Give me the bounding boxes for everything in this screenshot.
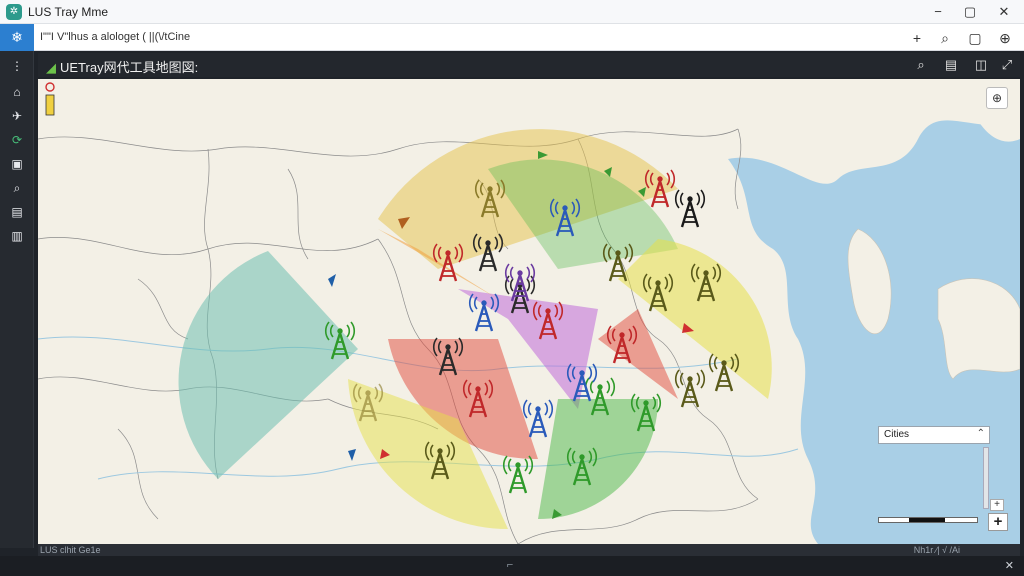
app-logo-icon: ✲ <box>6 4 22 20</box>
sidebar-item-home[interactable]: ⌂ <box>4 81 30 103</box>
map-legend-mini <box>45 82 55 116</box>
sidebar-item-grid[interactable]: ⋮ <box>4 55 30 77</box>
bottom-bar: ⌐ ✕ <box>0 556 1024 576</box>
add-button[interactable]: + <box>906 28 928 48</box>
map-canvas[interactable]: ⊕ Cities ⌃ + + <box>38 79 1020 544</box>
map-list-button[interactable]: ▤ <box>940 55 962 75</box>
layer-toggle-icon[interactable]: ⊕ <box>986 87 1008 109</box>
chevron-up-icon: ⌃ <box>976 428 985 439</box>
island-land <box>937 278 1020 380</box>
status-bar: LUS clhit Ge1e Nh1r ∕| √ /Ai <box>38 544 1020 556</box>
status-right-text: Nh1r ∕| √ /Ai <box>913 545 960 555</box>
sidebar-item-doc[interactable]: ▥ <box>4 225 30 247</box>
close-button[interactable]: ✕ <box>992 2 1016 22</box>
sidebar-item-device[interactable]: ▣ <box>4 153 30 175</box>
breadcrumb: I""I V"lhus a alologet ( ||(\/tCine <box>40 31 191 43</box>
window-title: LUS Tray Mme <box>28 5 109 19</box>
zoom-in-button[interactable]: + <box>988 513 1008 531</box>
sidebar-item-report[interactable]: ▤ <box>4 201 30 223</box>
sidebar-item-search[interactable]: ⌕ <box>4 177 30 199</box>
status-left-text: LUS clhit Ge1e <box>40 545 101 555</box>
scale-bar-segment <box>909 518 945 522</box>
map-title-text: UETray网代工具地图図: <box>60 60 199 75</box>
minimize-button[interactable]: − <box>926 2 950 22</box>
cities-select-value: Cities <box>884 429 910 440</box>
zoom-small-button[interactable]: + <box>990 499 1004 511</box>
sidebar: ⋮ ⌂ ✈ ⟳ ▣ ⌕ ▤ ▥ <box>0 51 34 548</box>
tray-expand-icon[interactable]: ✕ <box>1005 559 1014 572</box>
map-header: ◢ UETray网代工具地图図: ⌕ ▤ ◫ ⤢ <box>38 53 1020 77</box>
app-window: ✲ LUS Tray Mme − ▢ ✕ ❄ I""I V"lhus a alo… <box>0 0 1024 576</box>
map-title: ◢ UETray网代工具地图図: <box>46 57 198 76</box>
plus-circle-button[interactable]: ⊕ <box>994 28 1016 48</box>
map-search-button[interactable]: ⌕ <box>910 55 932 75</box>
search-button[interactable]: ⌕ <box>934 28 956 48</box>
zoom-slider[interactable] <box>983 447 989 509</box>
cities-select[interactable]: Cities ⌃ <box>878 426 990 444</box>
leaf-icon: ◢ <box>46 60 56 75</box>
menu-bar: ❄ I""I V"lhus a alologet ( ||(\/tCine + … <box>0 24 1024 51</box>
map-svg <box>38 79 1020 544</box>
scale-bar <box>878 517 978 523</box>
window-button[interactable]: ▢ <box>964 28 986 48</box>
map-layers-button[interactable]: ◫ <box>970 55 992 75</box>
snowflake-icon[interactable]: ❄ <box>0 24 34 51</box>
sidebar-item-network[interactable]: ⟳ <box>4 129 30 151</box>
taskbar-handle-icon[interactable]: ⌐ <box>500 559 520 573</box>
maximize-button[interactable]: ▢ <box>958 2 982 22</box>
title-bar: ✲ LUS Tray Mme − ▢ ✕ <box>0 0 1024 24</box>
map-expand-button[interactable]: ⤢ <box>996 55 1018 75</box>
sidebar-item-tower[interactable]: ✈ <box>4 105 30 127</box>
